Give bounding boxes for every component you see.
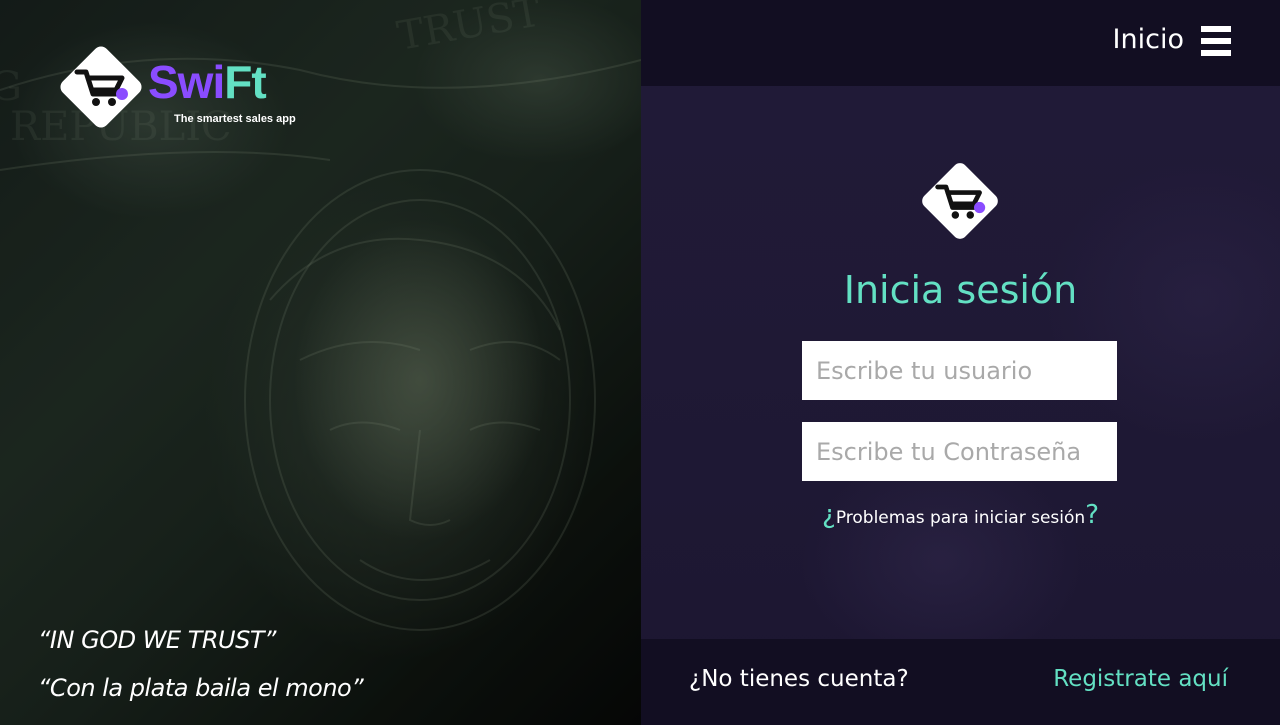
help-open-mark: ¿ — [822, 500, 836, 530]
login-page: G TRUST REPUBLIC SwiFt The smartest sale… — [0, 0, 1280, 725]
username-input[interactable] — [802, 341, 1117, 400]
register-link[interactable]: Registrate aquí — [1053, 666, 1228, 692]
hero-panel: G TRUST REPUBLIC SwiFt The smartest sale… — [0, 0, 641, 725]
quote-line-2: “Con la plata baila el mono” — [38, 674, 364, 702]
brand-name-part1: Swi — [148, 56, 225, 108]
no-account-text: ¿No tienes cuenta? — [689, 666, 909, 692]
hamburger-menu-icon[interactable] — [1201, 26, 1231, 58]
help-link-text: Problemas para iniciar sesión — [835, 508, 1086, 528]
bottom-bar: ¿No tienes cuenta? Registrate aquí — [641, 639, 1280, 725]
login-title: Inicia sesión — [843, 268, 1078, 312]
brand-name: SwiFt — [148, 56, 267, 108]
login-help-link[interactable]: ¿Problemas para iniciar sesión? — [641, 500, 1280, 530]
shopping-cart-icon — [60, 46, 142, 128]
login-panel: Inicio Inicia sesión ¿Problemas para ini… — [641, 0, 1280, 725]
quote-line-1: “IN GOD WE TRUST” — [38, 626, 276, 654]
swift-logo[interactable]: SwiFt The smartest sales app — [56, 42, 306, 132]
header-title[interactable]: Inicio — [1113, 24, 1184, 55]
password-input[interactable] — [802, 422, 1117, 481]
shopping-cart-icon — [922, 163, 998, 239]
top-bar: Inicio — [641, 0, 1280, 86]
brand-tagline: The smartest sales app — [174, 113, 296, 125]
help-close-mark: ? — [1085, 500, 1099, 530]
brand-name-part2: Ft — [224, 56, 266, 108]
